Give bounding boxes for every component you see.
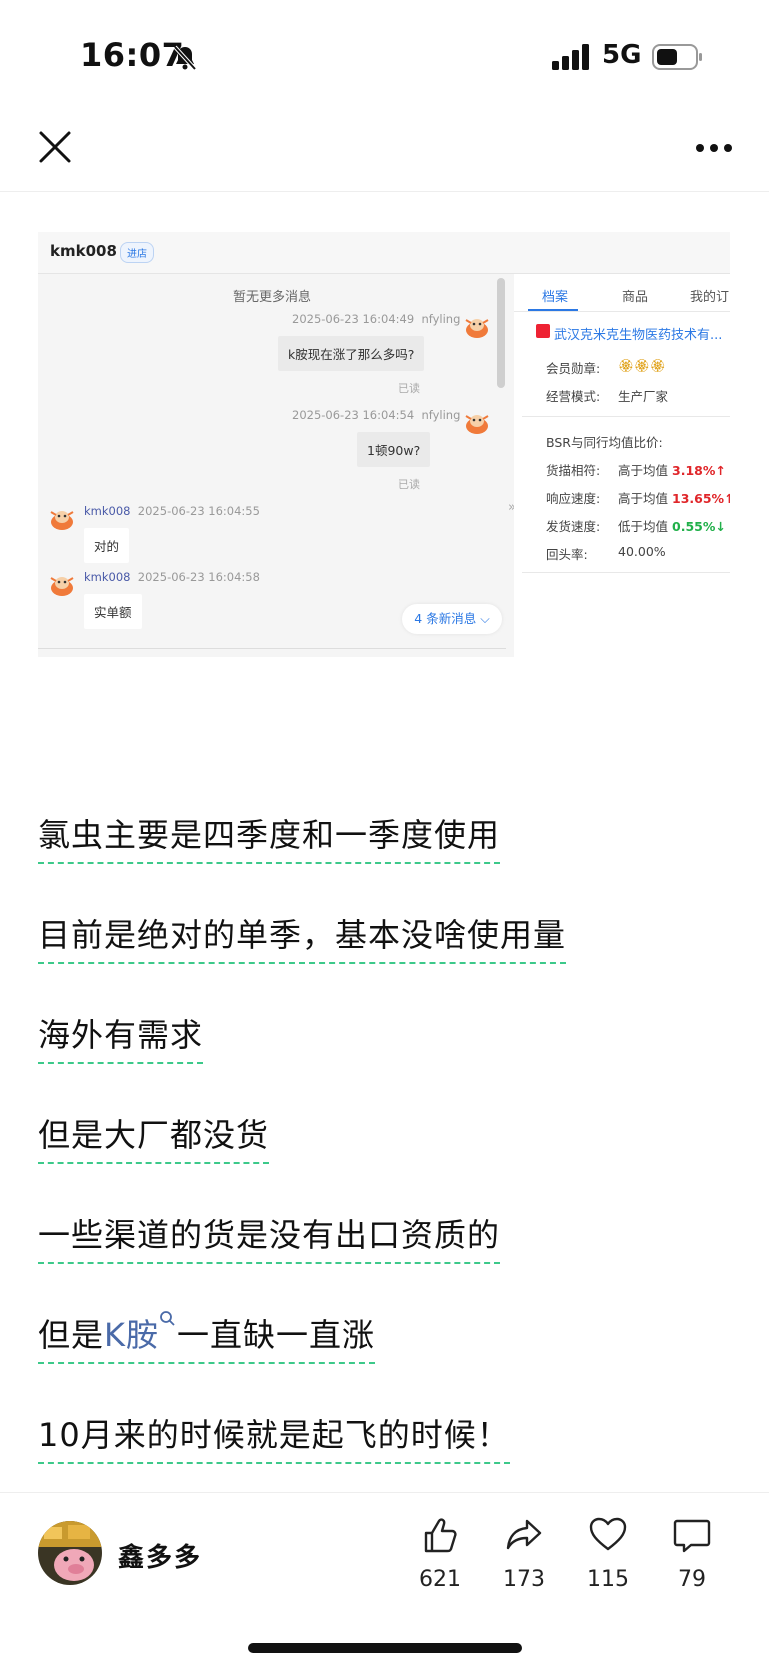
like-button[interactable]: 621: [410, 1515, 470, 1592]
shop-name-link[interactable]: 武汉克米克生物医药技术有...: [554, 324, 722, 343]
signal-icon: [552, 44, 589, 70]
message-meta: kmk008 2025-06-23 16:04:55: [84, 504, 260, 518]
message-bubble: 1顿90w?: [357, 432, 431, 467]
chat-header: kmk008 进店: [38, 232, 730, 274]
tab-products[interactable]: 商品: [622, 286, 648, 305]
k-amine-link[interactable]: K胺: [104, 1316, 159, 1354]
article-line: 目前是绝对的单季，基本没啥使用量: [38, 910, 567, 964]
cow-avatar-icon: [50, 577, 74, 596]
like-count: 621: [419, 1567, 461, 1592]
shop-info-panel: 档案 商品 我的订 武汉克米克生物医药技术有... 会员勋章: 🏵🏵🏵 经营模式:…: [514, 274, 730, 657]
bottom-action-bar: 鑫多多 621 173 115 79: [0, 1492, 769, 1665]
battery-icon: [652, 44, 702, 70]
thumbs-up-icon: [424, 1518, 457, 1553]
article-line: 但是K胺 一直缺一直涨: [38, 1310, 376, 1364]
article-line: 10月来的时候就是起飞的时候！: [38, 1410, 510, 1464]
heart-icon: [589, 1517, 627, 1551]
article-line: 一些渠道的货是没有出口资质的: [38, 1210, 501, 1264]
more-icon[interactable]: [695, 143, 733, 153]
message-meta: 2025-06-23 16:04:49 nfyling: [292, 312, 461, 326]
bsr-row-description: 货描相符: 高于均值 3.18%↑: [546, 463, 726, 478]
top-nav: [0, 110, 769, 192]
share-icon: [506, 1519, 542, 1550]
read-status: 已读: [398, 478, 420, 491]
chat-input-area[interactable]: [38, 648, 506, 657]
new-messages-button[interactable]: 4 条新消息 ⌵: [402, 604, 502, 634]
network-label: 5G: [602, 40, 642, 70]
comment-count: 79: [678, 1567, 706, 1592]
message-meta: 2025-06-23 16:04:54 nfyling: [292, 408, 461, 422]
message-bubble: k胺现在涨了那么多吗?: [278, 336, 425, 371]
divider: [522, 416, 730, 417]
search-icon[interactable]: [159, 1310, 177, 1328]
chat-username: kmk008: [50, 242, 117, 260]
return-rate-row: 回头率: 40.00%: [546, 544, 666, 562]
author-name[interactable]: 鑫多多: [118, 1537, 202, 1574]
active-tab-indicator: [528, 309, 578, 311]
comment-icon: [673, 1519, 711, 1553]
article-line: 氯虫主要是四季度和一季度使用: [38, 810, 501, 864]
info-tabs: 档案 商品 我的订: [514, 274, 730, 312]
shop-icon: [536, 324, 550, 338]
favorite-count: 115: [587, 1567, 629, 1592]
cow-avatar-icon: [465, 415, 489, 434]
message-meta: kmk008 2025-06-23 16:04:58: [84, 570, 260, 584]
share-count: 173: [503, 1567, 545, 1592]
chat-panel: 暂无更多消息 2025-06-23 16:04:49 nfyling k胺现在涨…: [38, 274, 506, 657]
no-more-messages: 暂无更多消息: [232, 290, 311, 305]
favorite-button[interactable]: 115: [578, 1515, 638, 1592]
divider: [522, 572, 730, 573]
close-icon[interactable]: [38, 130, 72, 164]
share-button[interactable]: 173: [494, 1515, 554, 1592]
info-row-mode: 经营模式: 生产厂家: [546, 389, 669, 404]
read-status: 已读: [398, 382, 420, 395]
bsr-title: BSR与同行均值比价:: [546, 435, 663, 450]
tab-profile[interactable]: 档案: [542, 286, 568, 305]
home-indicator[interactable]: [248, 1643, 522, 1653]
bsr-row-shipping: 发货速度: 低于均值 0.55%↓: [546, 519, 726, 534]
cow-avatar-icon: [50, 511, 74, 530]
message-bubble: 实单额: [84, 594, 142, 629]
article-line: 海外有需求: [38, 1010, 204, 1064]
author-avatar[interactable]: [38, 1521, 102, 1585]
embedded-screenshot[interactable]: kmk008 进店 暂无更多消息 2025-06-23 16:04:49 nfy…: [38, 232, 730, 657]
bsr-row-response: 响应速度: 高于均值 13.65%↑: [546, 491, 730, 506]
tab-orders[interactable]: 我的订: [690, 286, 729, 305]
status-bar: 16:07 5G: [0, 0, 769, 110]
status-time: 16:07: [80, 36, 185, 74]
bell-slash-icon: [173, 45, 197, 71]
info-row-medal: 会员勋章: 🏵🏵🏵: [546, 358, 666, 376]
comment-button[interactable]: 79: [662, 1515, 722, 1592]
cow-avatar-icon: [465, 319, 489, 338]
article-line: 但是大厂都没货: [38, 1110, 270, 1164]
message-bubble: 对的: [84, 528, 130, 563]
chevron-down-icon: ⌵: [480, 611, 490, 626]
shop-badge: 进店: [120, 242, 154, 263]
